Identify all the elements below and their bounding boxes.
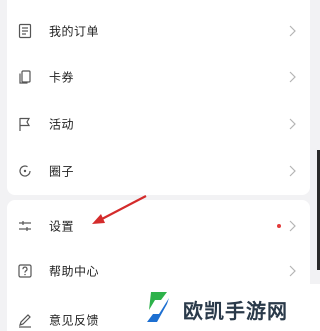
chevron-right-icon: [288, 165, 296, 177]
chevron-right-icon: [288, 265, 296, 277]
menu-item-label: 卡券: [49, 70, 75, 85]
menu-item-coupons[interactable]: 卡券: [7, 52, 310, 102]
menu-item-settings[interactable]: 设置: [7, 201, 310, 251]
chevron-right-icon: [288, 71, 296, 83]
order-list-icon: [17, 23, 33, 39]
chevron-right-icon: [288, 220, 296, 232]
watermark: 欧凯手游网: [137, 284, 320, 331]
circle-icon: [17, 163, 33, 179]
menu-item-orders[interactable]: 我的订单: [7, 6, 310, 56]
help-icon: [17, 263, 33, 279]
watermark-logo: [139, 288, 179, 326]
sliders-icon: [17, 218, 33, 234]
flag-icon: [17, 116, 33, 132]
coupon-icon: [17, 69, 33, 85]
menu-item-label: 帮助中心: [49, 264, 100, 279]
watermark-text: 欧凯手游网: [183, 299, 288, 323]
notification-badge: [277, 224, 281, 228]
menu-item-circles[interactable]: 圈子: [7, 146, 310, 196]
pencil-icon: [17, 312, 33, 328]
menu-item-label: 我的订单: [49, 24, 100, 39]
menu-item-activities[interactable]: 活动: [7, 99, 310, 149]
menu-item-label: 圈子: [49, 164, 75, 179]
menu-item-label: 活动: [49, 117, 75, 132]
menu-item-label: 意见反馈: [49, 313, 100, 328]
chevron-right-icon: [288, 118, 296, 130]
menu-card-primary: 我的订单 卡券 活动 圈子: [7, 0, 310, 195]
menu-item-label: 设置: [49, 219, 75, 234]
chevron-right-icon: [288, 25, 296, 37]
